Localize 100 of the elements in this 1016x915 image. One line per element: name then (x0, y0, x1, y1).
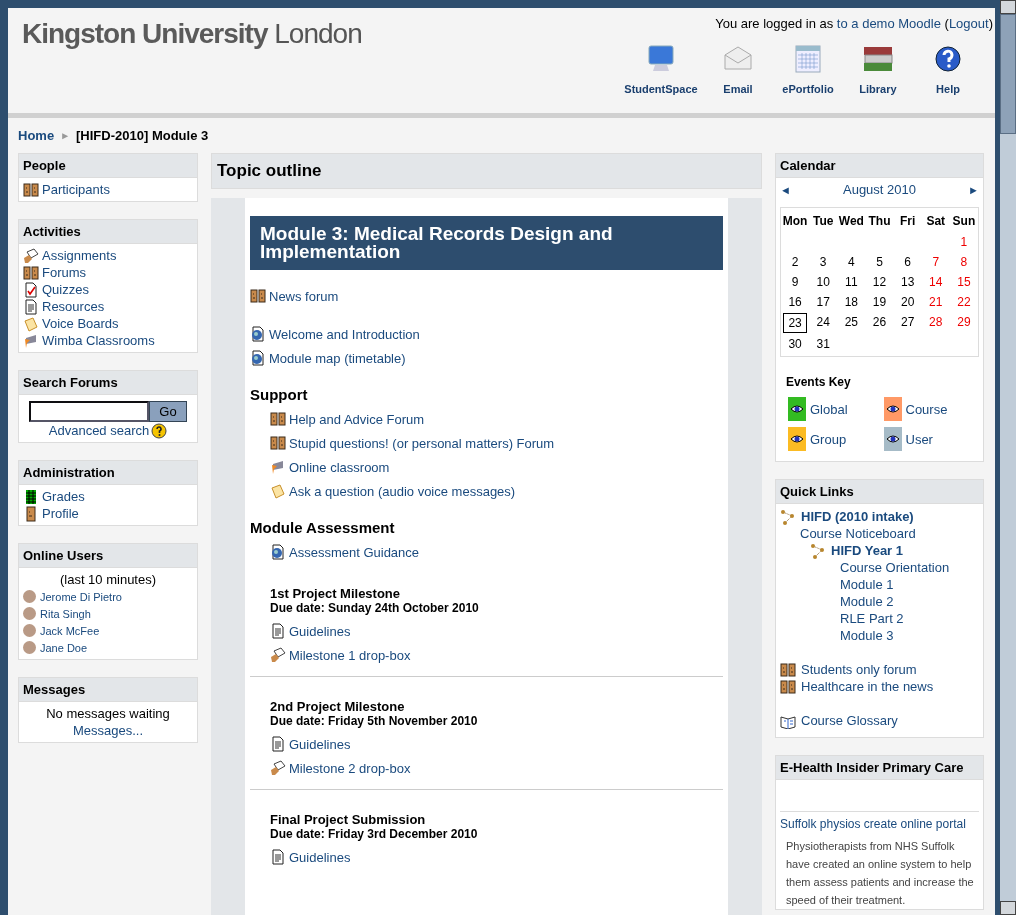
activity-link[interactable]: Guidelines (289, 849, 351, 865)
event-type-link[interactable]: Course (905, 401, 948, 417)
activity-link[interactable]: Module map (timetable) (269, 350, 406, 366)
quick-link[interactable]: Students only forum (801, 661, 917, 678)
activity-link[interactable]: Milestone 2 drop-box (289, 760, 411, 776)
tree-page-link[interactable]: Course Noticeboard (800, 525, 916, 542)
calendar-day[interactable]: 30 (783, 335, 808, 353)
block-link[interactable]: Resources (42, 298, 105, 315)
tree-page-link[interactable]: Module 2 (840, 593, 894, 610)
block-link[interactable]: Grades (42, 488, 85, 505)
weekday-label: Thu (867, 213, 892, 230)
calendar-day[interactable]: 23 (783, 313, 808, 333)
activity-link[interactable]: Welcome and Introduction (269, 326, 420, 342)
calendar-day[interactable]: 22 (951, 293, 976, 311)
nav-link[interactable]: StudentSpace (624, 83, 698, 95)
nav-link[interactable]: Library (859, 83, 897, 95)
go-button[interactable]: Go (149, 401, 187, 422)
advanced-search-link[interactable]: Advanced search (48, 422, 150, 439)
nav-link[interactable]: Email (723, 83, 753, 95)
calendar-day[interactable]: 15 (951, 273, 976, 291)
tree-page-link[interactable]: RLE Part 2 (840, 610, 904, 627)
calendar-day[interactable]: 19 (867, 293, 892, 311)
calendar-day[interactable]: 1 (951, 233, 976, 251)
block-link[interactable]: Profile (42, 505, 79, 522)
calendar-day[interactable]: 14 (923, 273, 948, 291)
logout-link[interactable]: Logout (948, 16, 989, 31)
tree-page-link[interactable]: Module 3 (840, 627, 894, 644)
search-field[interactable] (29, 401, 150, 422)
activity-link[interactable]: Online classroom (289, 459, 390, 475)
calendar-day[interactable]: 4 (839, 253, 864, 271)
online-person-name[interactable]: Jack McFee (40, 624, 100, 637)
activity-link[interactable]: Help and Advice Forum (289, 411, 425, 427)
event-type-link[interactable]: Global (810, 401, 848, 417)
online-person-name[interactable]: Jerome Di Pietro (40, 590, 122, 603)
category-link[interactable]: HIFD Year 1 (831, 542, 904, 559)
previous-month-button[interactable]: ◄ (780, 183, 791, 196)
calendar-day[interactable]: 28 (923, 313, 948, 331)
calendar-day[interactable]: 11 (839, 273, 864, 291)
calendar-day[interactable]: 13 (895, 273, 920, 291)
event-type-link[interactable]: User (905, 431, 933, 447)
calendar-day[interactable]: 10 (811, 273, 836, 291)
online-person-name[interactable]: Rita Singh (40, 607, 91, 620)
calendar-day[interactable]: 27 (895, 313, 920, 331)
next-month-button[interactable]: ► (968, 183, 979, 196)
activity-link[interactable]: News forum (269, 288, 339, 304)
calendar-day[interactable]: 5 (867, 253, 892, 271)
block-link[interactable]: Wimba Classrooms (42, 332, 155, 349)
calendar-day[interactable]: 12 (867, 273, 892, 291)
help-icon[interactable] (932, 43, 964, 75)
block-link[interactable]: Forums (42, 264, 87, 281)
activity-link[interactable]: Assessment Guidance (289, 544, 420, 560)
block-link[interactable]: Quizzes (42, 281, 89, 298)
calendar-day[interactable]: 25 (839, 313, 864, 331)
quick-link[interactable]: Healthcare in the news (801, 678, 934, 695)
document-icon (270, 849, 286, 865)
event-color-swatch[interactable] (788, 427, 806, 451)
tree-page-link[interactable]: Course Orientation (840, 559, 950, 576)
month-link[interactable]: August 2010 (843, 182, 916, 197)
activity-link[interactable]: Stupid questions! (or personal matters) Forum (289, 435, 555, 451)
nav-link[interactable]: ePortfolio (782, 83, 834, 95)
category-link[interactable]: HIFD (2010 intake) (801, 508, 914, 525)
event-color-swatch[interactable] (883, 397, 902, 421)
document-icon (23, 298, 39, 315)
calendar-day[interactable]: 3 (811, 253, 836, 271)
calendar-day[interactable]: 24 (811, 313, 836, 331)
online-person-name[interactable]: Jane Doe (40, 641, 88, 654)
calendar-day[interactable]: 17 (811, 293, 836, 311)
block-link[interactable]: Participants (42, 181, 110, 198)
breadcrumb-link[interactable]: Home (18, 128, 55, 143)
event-type-link[interactable]: Group (810, 431, 847, 447)
block-title: Messages (19, 678, 197, 702)
help-icon[interactable] (151, 422, 168, 439)
calendar-day[interactable]: 26 (867, 313, 892, 331)
calendar-day[interactable]: 31 (811, 335, 836, 353)
eye-icon (885, 403, 900, 415)
event-color-swatch[interactable] (883, 427, 902, 451)
activity-link[interactable]: Guidelines (289, 736, 351, 752)
calendar-day[interactable]: 20 (895, 293, 920, 311)
scrollbar[interactable] (1000, 0, 1016, 915)
calendar-day[interactable]: 29 (951, 313, 976, 331)
calendar-day[interactable]: 8 (951, 253, 976, 271)
calendar-day[interactable]: 6 (895, 253, 920, 271)
activity-link[interactable]: Guidelines (289, 623, 351, 639)
calendar-day[interactable]: 16 (783, 293, 808, 311)
block-link[interactable]: Assignments (42, 247, 117, 264)
calendar-day[interactable]: 7 (923, 253, 948, 271)
quick-link[interactable]: Course Glossary (801, 712, 898, 729)
news-headline-link[interactable]: Suffolk physios create online portal (780, 817, 979, 831)
account-name-link[interactable]: to a demo Moodle (836, 16, 941, 31)
calendar-day[interactable]: 9 (783, 273, 808, 291)
nav-link[interactable]: Help (936, 83, 960, 95)
activity-link[interactable]: Ask a question (audio voice messages) (289, 483, 516, 499)
calendar-day[interactable]: 21 (923, 293, 948, 311)
messages-link[interactable]: Messages... (72, 722, 144, 739)
calendar-day[interactable]: 2 (783, 253, 808, 271)
tree-page-link[interactable]: Module 1 (840, 576, 894, 593)
activity-link[interactable]: Milestone 1 drop-box (289, 647, 411, 663)
block-link[interactable]: Voice Boards (42, 315, 119, 332)
calendar-day[interactable]: 18 (839, 293, 864, 311)
event-color-swatch[interactable] (788, 397, 806, 421)
